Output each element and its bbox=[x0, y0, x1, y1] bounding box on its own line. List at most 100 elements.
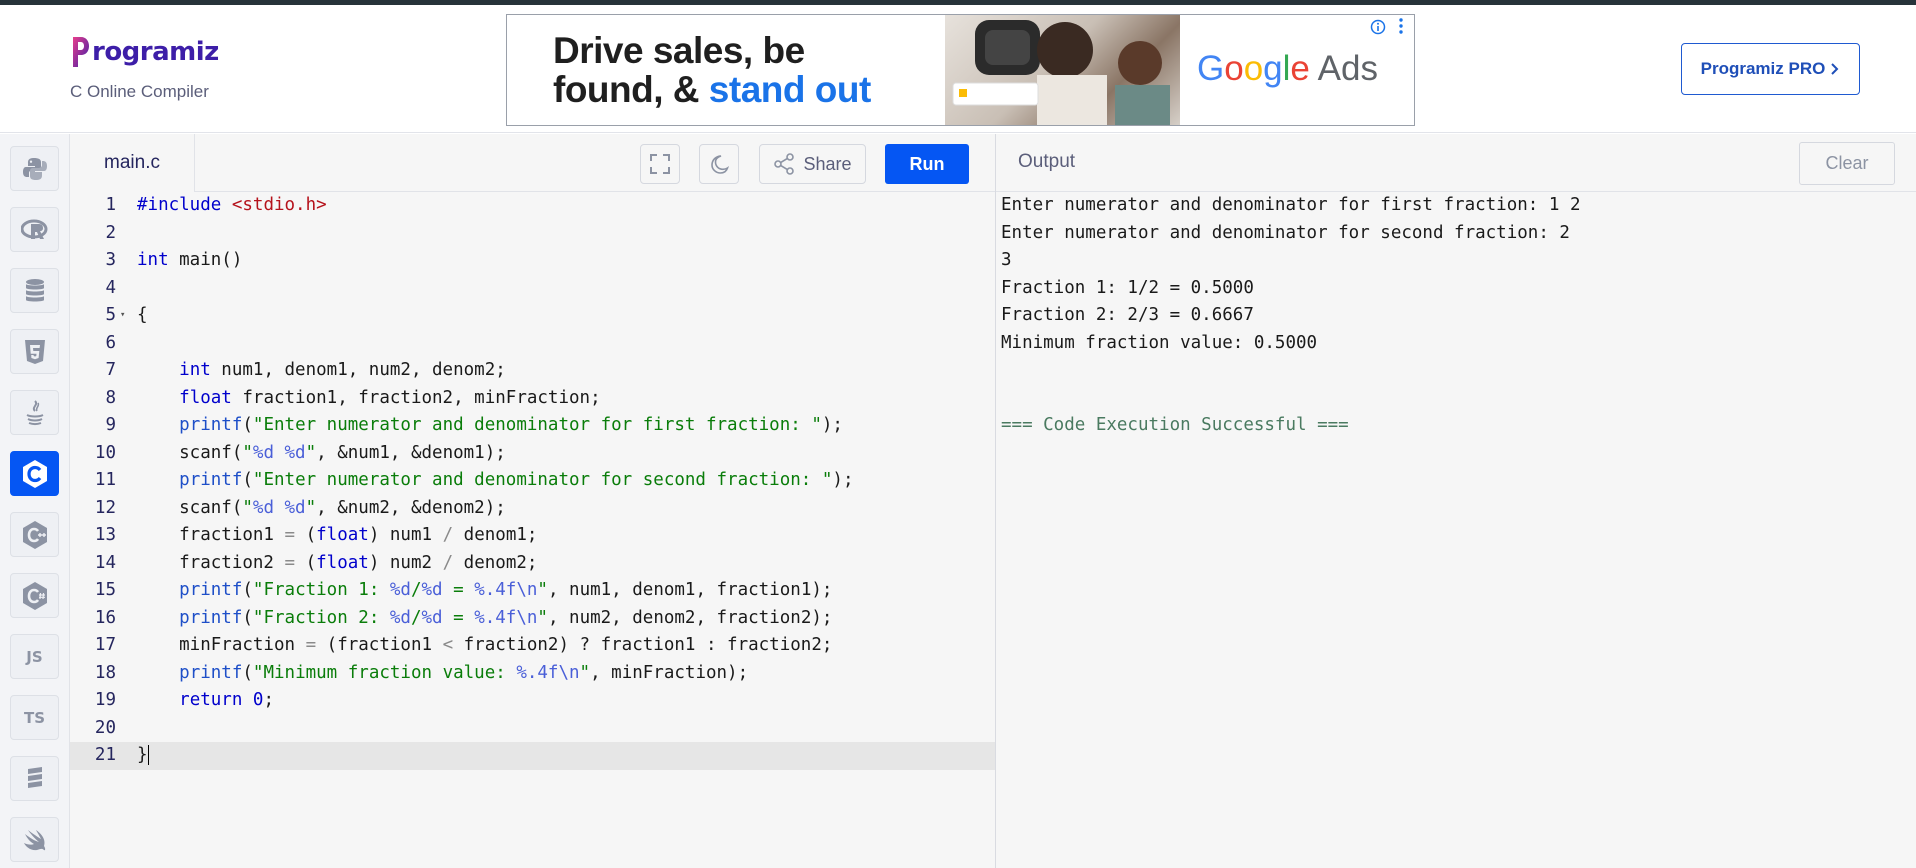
code-line: 1 #include <stdio.h> bbox=[70, 192, 995, 220]
ad-headline: Drive sales, be found, & stand out bbox=[553, 31, 871, 109]
code-line: 6 bbox=[70, 330, 995, 358]
fullscreen-button[interactable] bbox=[640, 144, 680, 184]
code-text: { bbox=[137, 305, 148, 325]
sidebar-item-java[interactable] bbox=[10, 390, 59, 435]
brand-letter: g bbox=[1263, 49, 1283, 88]
output-title: Output bbox=[1018, 151, 1076, 172]
language-sidebar: JS TS bbox=[0, 134, 70, 868]
ad-menu-icon[interactable] bbox=[1396, 17, 1406, 35]
code-text: printf("Enter numerator and denominator … bbox=[179, 415, 843, 435]
brand-letter: o bbox=[1243, 49, 1264, 88]
pro-button-label: Programiz PRO bbox=[1700, 59, 1826, 78]
code-editor-panel: main.c Share Run 1 #include <stdio.h> 2 3… bbox=[70, 134, 995, 868]
line-number: 4 bbox=[105, 277, 116, 298]
share-label: Share bbox=[803, 153, 852, 174]
ad-info-icon[interactable] bbox=[1370, 19, 1386, 35]
sidebar-item-swift[interactable] bbox=[10, 817, 59, 862]
sidebar-item-csharp[interactable] bbox=[10, 573, 59, 618]
line-number: 1 bbox=[105, 195, 116, 215]
code-line: 18 printf("Minimum fraction value: %.4f\… bbox=[70, 660, 995, 688]
output-line: Fraction 2: 2/3 = 0.6667 bbox=[1001, 305, 1254, 325]
code-text: scanf("%d %d", &num2, &denom2); bbox=[137, 497, 506, 518]
code-text: float fraction1, fraction2, minFraction; bbox=[179, 387, 601, 408]
line-number: 6 bbox=[105, 332, 116, 353]
tab-main-c[interactable]: main.c bbox=[70, 134, 195, 192]
html5-icon bbox=[24, 339, 45, 364]
sidebar-item-cpp[interactable] bbox=[10, 512, 59, 557]
advertisement-banner[interactable]: Drive sales, be found, & stand out Googl… bbox=[506, 14, 1415, 126]
code-text: fraction2 = (float) num2 / denom2; bbox=[137, 552, 538, 573]
line-number: 17 bbox=[94, 635, 116, 655]
code-area[interactable]: 1 #include <stdio.h> 2 3 int main() 4 5 ▾{ … bbox=[70, 192, 995, 868]
ad-photo bbox=[945, 15, 1180, 125]
line-number: 3 bbox=[105, 250, 116, 270]
moon-icon bbox=[711, 155, 729, 174]
line-number: 10 bbox=[94, 442, 116, 463]
code-text: int main() bbox=[137, 250, 243, 270]
output-header: Output Clear bbox=[996, 134, 1916, 192]
code-line: 4 bbox=[70, 275, 995, 303]
csharp-icon bbox=[22, 581, 47, 610]
fold-arrow-icon[interactable]: ▾ bbox=[120, 302, 125, 330]
ts-label: TS bbox=[23, 708, 46, 727]
ad-headline-line1: Drive sales, be bbox=[553, 30, 805, 71]
logo-text: rogramiz bbox=[92, 37, 219, 67]
java-icon bbox=[26, 399, 43, 425]
python-icon bbox=[22, 157, 47, 180]
sidebar-item-python[interactable] bbox=[10, 146, 59, 191]
code-line: 8 float fraction1, fraction2, minFractio… bbox=[70, 385, 995, 413]
line-number: 21 bbox=[94, 745, 116, 765]
ad-headline-line2: found, & stand out bbox=[553, 70, 871, 109]
logo-mark-icon bbox=[73, 37, 89, 67]
code-line: 14 fraction2 = (float) num2 / denom2; bbox=[70, 550, 995, 578]
line-number: 11 bbox=[94, 470, 116, 490]
line-number: 9 bbox=[105, 415, 116, 435]
expand-icon bbox=[650, 154, 670, 174]
line-number: 14 bbox=[94, 552, 116, 573]
code-line: 2 bbox=[70, 220, 995, 248]
code-line: 10 scanf("%d %d", &num1, &denom1); bbox=[70, 440, 995, 468]
programiz-logo[interactable]: rogramiz bbox=[70, 35, 219, 69]
programiz-pro-button[interactable]: Programiz PRO bbox=[1681, 43, 1860, 95]
sidebar-item-go[interactable] bbox=[10, 756, 59, 801]
clear-button[interactable]: Clear bbox=[1799, 142, 1895, 185]
line-number: 15 bbox=[94, 580, 116, 600]
line-number: 16 bbox=[94, 607, 116, 628]
ad-headline-line2-b: stand out bbox=[708, 69, 871, 110]
sidebar-item-html[interactable] bbox=[10, 329, 59, 374]
ad-headline-line2-a: found, & bbox=[553, 69, 709, 110]
theme-toggle-button[interactable] bbox=[699, 144, 739, 184]
output-console[interactable]: Enter numerator and denominator for firs… bbox=[1001, 192, 1580, 440]
sidebar-item-ts[interactable]: TS bbox=[10, 695, 59, 740]
output-panel: Output Clear Enter numerator and denomin… bbox=[995, 134, 1916, 868]
code-text: printf("Fraction 1: %d/%d = %.4f\n", num… bbox=[179, 580, 833, 600]
ad-photo-illustration-icon bbox=[952, 20, 1170, 125]
code-text: return 0; bbox=[179, 690, 275, 710]
code-line: 12 scanf("%d %d", &num2, &denom2); bbox=[70, 495, 995, 523]
line-number: 13 bbox=[94, 525, 116, 545]
share-button[interactable]: Share bbox=[759, 144, 866, 184]
swift-icon bbox=[23, 829, 45, 850]
output-line: Enter numerator and denominator for firs… bbox=[1001, 195, 1581, 215]
output-line: Fraction 1: 1/2 = 0.5000 bbox=[1001, 277, 1254, 298]
code-line: 7 int num1, denom1, num2, denom2; bbox=[70, 357, 995, 385]
code-line: 11 printf("Enter numerator and denominat… bbox=[70, 467, 995, 495]
execution-status: === Code Execution Successful === bbox=[1001, 415, 1349, 435]
line-number: 19 bbox=[94, 690, 116, 710]
sidebar-item-c[interactable] bbox=[10, 451, 59, 496]
output-line: Minimum fraction value: 0.5000 bbox=[1001, 332, 1318, 353]
output-line: Enter numerator and denominator for seco… bbox=[1001, 222, 1570, 243]
code-text: fraction1 = (float) num1 / denom1; bbox=[137, 525, 538, 545]
sidebar-item-r[interactable] bbox=[10, 207, 59, 252]
line-number: 5 bbox=[105, 305, 116, 325]
run-button[interactable]: Run bbox=[885, 144, 969, 184]
database-icon bbox=[25, 278, 44, 301]
sidebar-item-sql[interactable] bbox=[10, 268, 59, 313]
brand-letter: e bbox=[1290, 49, 1310, 88]
code-line: 20 bbox=[70, 715, 995, 743]
code-text: printf("Fraction 2: %d/%d = %.4f\n", num… bbox=[179, 607, 833, 628]
sidebar-item-js[interactable]: JS bbox=[10, 634, 59, 679]
brand-ads-text: Ads bbox=[1309, 49, 1378, 88]
